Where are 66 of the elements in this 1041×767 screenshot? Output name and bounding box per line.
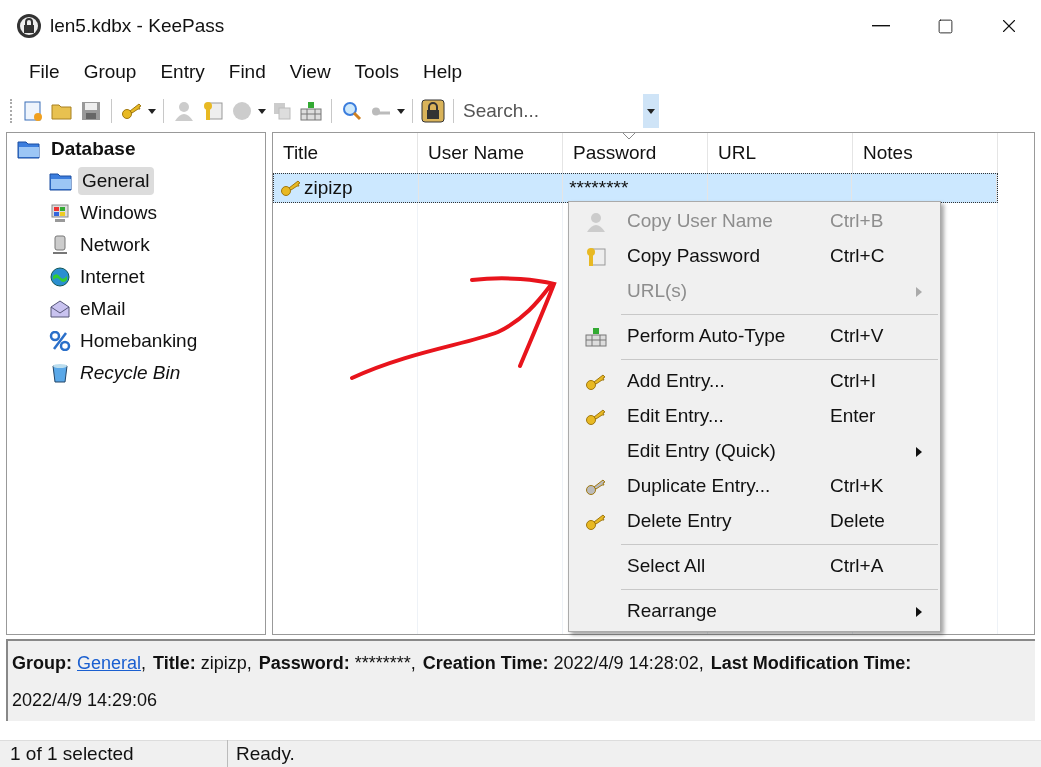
menu-item[interactable]: Entry — [149, 57, 216, 87]
menu-item[interactable]: Edit Entry (Quick) — [569, 434, 940, 469]
detail-label: Creation Time: — [422, 652, 549, 675]
globe-icon — [49, 267, 71, 287]
minimize-icon — [872, 25, 890, 27]
key-card-icon — [585, 245, 607, 268]
menu-item[interactable]: Rearrange — [569, 594, 940, 629]
detail-label: Group: — [12, 652, 72, 675]
menu-item[interactable]: Delete Entry Delete — [569, 504, 940, 539]
detail-value: 2022/4/9 14:28:02, — [553, 652, 704, 675]
menu-item[interactable]: Perform Auto-Type Ctrl+V — [569, 319, 940, 354]
submenu-arrow-icon — [916, 286, 922, 297]
table-cell-text: ******** — [569, 175, 629, 200]
lock-icon — [16, 13, 42, 39]
menu-item[interactable]: Help — [411, 57, 474, 87]
detail-label: Title: — [153, 652, 196, 675]
group-link[interactable]: General — [77, 645, 142, 682]
lock-button[interactable] — [420, 98, 446, 124]
keyboard-icon — [584, 325, 608, 348]
detail-value: 2022/4/9 14:29:06 — [12, 689, 158, 712]
tree-item[interactable]: eMail — [76, 294, 130, 324]
user-icon — [585, 210, 607, 233]
window-title: len5.kdbx - KeePass — [50, 13, 225, 38]
envelope-icon — [49, 299, 71, 319]
key-add-icon — [121, 101, 143, 121]
menu-item[interactable]: View — [278, 57, 342, 87]
maximize-icon — [936, 17, 954, 35]
tree-item[interactable]: Homebanking — [76, 326, 202, 356]
dropdown-arrow-icon[interactable] — [647, 108, 655, 114]
percent-icon — [49, 331, 71, 351]
detail-value: zipizp, — [200, 652, 252, 675]
detail-label: Last Modification Time: — [710, 652, 912, 675]
menu-item[interactable]: Group — [72, 57, 148, 87]
dropdown-arrow-icon[interactable] — [397, 108, 405, 114]
detail-punctuation: , — [141, 652, 147, 675]
folder-icon — [49, 171, 73, 191]
menu-item[interactable]: Tools — [343, 57, 410, 87]
menu-item[interactable]: File — [18, 57, 71, 87]
tree-item[interactable]: Internet — [76, 262, 149, 292]
dropdown-arrow-icon[interactable] — [258, 108, 266, 114]
submenu-arrow-icon — [916, 446, 922, 457]
menu-item[interactable]: Add Entry... Ctrl+I — [569, 364, 940, 399]
tree-item[interactable]: Windows — [76, 198, 162, 228]
menu-item[interactable]: Select All Ctrl+A — [569, 549, 940, 584]
tree-item[interactable]: General — [78, 166, 154, 196]
menu-item[interactable]: Duplicate Entry... Ctrl+K — [569, 469, 940, 504]
menu-item[interactable]: Find — [217, 57, 277, 87]
computer-icon — [49, 203, 71, 223]
dropdown-arrow-icon[interactable] — [148, 108, 156, 114]
menu-item[interactable]: Edit Entry... Enter — [569, 399, 940, 434]
tree-item[interactable]: Recycle Bin — [76, 358, 185, 388]
search-field[interactable]: Search... — [463, 94, 643, 128]
detail-value: ********, — [354, 652, 416, 675]
entry-row[interactable]: zipizp ******** — [273, 173, 998, 203]
menu-item[interactable]: Copy Password Ctrl+C — [569, 239, 940, 274]
tree-item[interactable]: Database — [47, 134, 140, 164]
status-text: Ready. — [235, 741, 295, 766]
detail-label: Password: — [258, 652, 350, 675]
status-text: 1 of 1 selected — [0, 739, 228, 767]
submenu-arrow-icon — [916, 606, 922, 617]
tree-item[interactable]: Network — [76, 230, 154, 260]
open-folder-icon — [17, 139, 41, 159]
trash-icon — [49, 363, 71, 383]
table-cell-text: zipizp — [304, 175, 353, 200]
key-icon — [370, 106, 392, 116]
key-icon — [280, 178, 302, 198]
